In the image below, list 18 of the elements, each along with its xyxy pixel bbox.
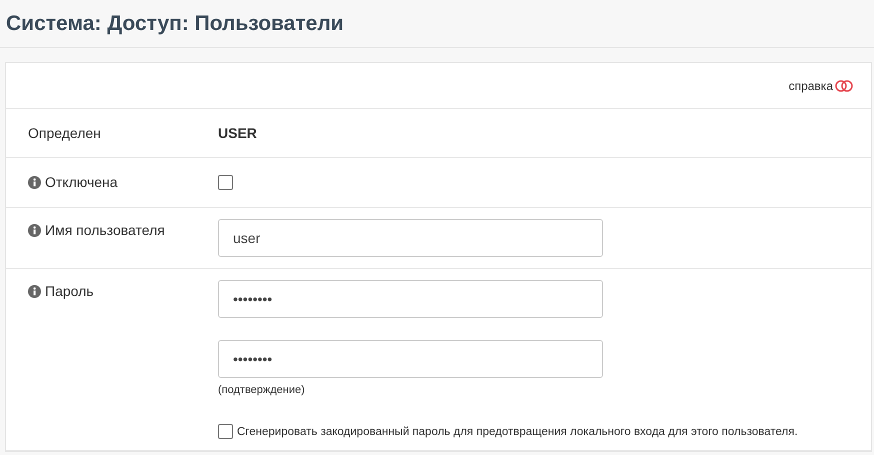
field-label: Пароль xyxy=(45,283,94,299)
field-hint: (подтверждение) xyxy=(218,384,305,396)
password-field[interactable]: •••••••• xyxy=(218,340,603,378)
password-field[interactable]: •••••••• xyxy=(218,280,603,318)
checkbox[interactable] xyxy=(218,175,233,190)
info-icon[interactable] xyxy=(28,224,41,237)
info-icon[interactable] xyxy=(28,176,41,189)
checkbox[interactable] xyxy=(218,424,233,439)
page-title: Система: Доступ: Пользователи xyxy=(6,12,344,36)
help-label[interactable]: справка xyxy=(788,78,833,92)
field-label: Отключена xyxy=(45,174,118,190)
input-field[interactable]: user xyxy=(218,219,603,257)
toggle-icon[interactable] xyxy=(835,80,853,92)
field-value: USER xyxy=(218,125,257,141)
field-label: Имя пользователя xyxy=(45,222,165,238)
info-icon[interactable] xyxy=(28,285,41,298)
checkbox-label: Сгенерировать закодированный пароль для предотвращения локального входа для этого пользователя. xyxy=(237,426,798,438)
field-label: Определен xyxy=(28,125,101,141)
